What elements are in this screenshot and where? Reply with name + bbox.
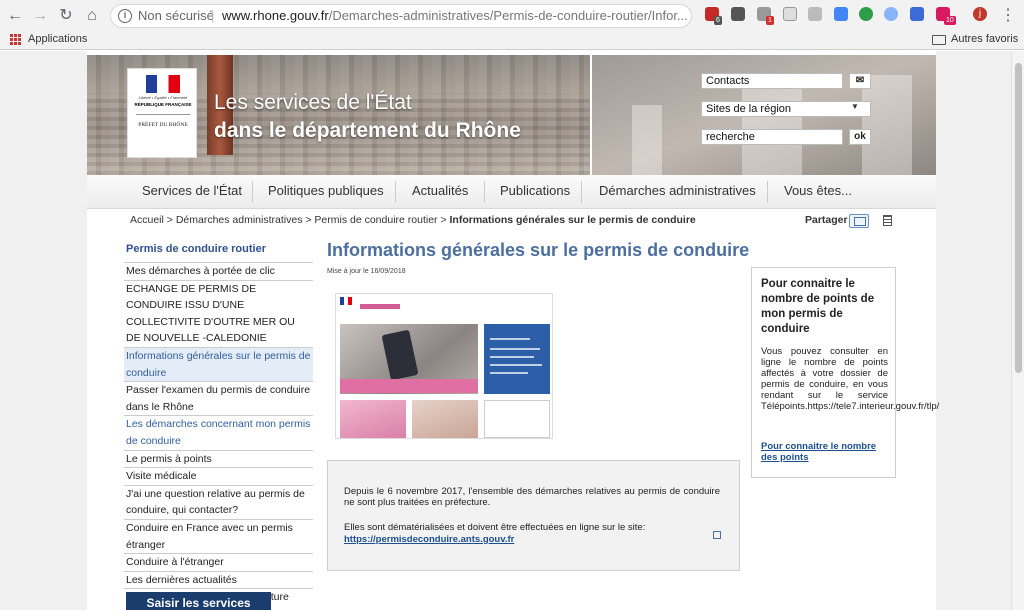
grammarly-icon[interactable] bbox=[859, 7, 873, 21]
sidebar-item[interactable]: Conduire à l'étranger bbox=[124, 553, 313, 571]
reload-icon[interactable]: ↻ bbox=[57, 7, 75, 25]
sidebar-item[interactable]: Passer l'examen du permis de conduire da… bbox=[124, 381, 313, 415]
bookmark-apps[interactable]: Applications bbox=[28, 33, 87, 45]
browser-chrome: ← → ↻ ⌂ i Non sécurisé | www.rhone.gouv.… bbox=[0, 0, 1024, 50]
scrollbar-thumb[interactable] bbox=[1015, 63, 1022, 373]
nav-actualites[interactable]: Actualités bbox=[412, 183, 468, 198]
address-bar[interactable]: i Non sécurisé | www.rhone.gouv.fr/Demar… bbox=[110, 4, 692, 28]
extension-badge: 6 bbox=[714, 16, 722, 25]
extension-icon[interactable] bbox=[884, 7, 898, 21]
points-info-box: Pour connaitre le nombre de points de mo… bbox=[751, 267, 940, 478]
ants-link[interactable]: https://permisdeconduire.ants.gouv.fr bbox=[344, 534, 514, 545]
forward-arrow-icon[interactable]: → bbox=[31, 7, 49, 25]
header-banner: Liberté • Égalité • Fraternité RÉPUBLIQU… bbox=[87, 55, 936, 175]
bookmark-other[interactable]: Autres favoris bbox=[951, 33, 1018, 45]
sidebar-item[interactable]: Les démarches concernant mon permis de c… bbox=[124, 415, 313, 449]
sidebar-item[interactable]: J'ai une question relative au permis de … bbox=[124, 484, 313, 519]
sidebar-item[interactable]: Conduire en France avec un permis étrang… bbox=[124, 518, 313, 553]
main-nav: Services de l'État Politiques publiques … bbox=[87, 175, 936, 209]
prefecture-logo[interactable]: Liberté • Égalité • Fraternité RÉPUBLIQU… bbox=[127, 68, 197, 158]
points-box-text: Vous pouvez consulter en ligne le nombre… bbox=[761, 346, 940, 412]
security-label: Non sécurisé bbox=[138, 8, 214, 23]
search-input[interactable]: recherche bbox=[701, 129, 843, 145]
site-title-line2: dans le département du Rhône bbox=[214, 119, 521, 142]
chevron-down-icon[interactable]: ▼ bbox=[851, 102, 859, 111]
info-icon[interactable]: i bbox=[118, 9, 132, 23]
page-title: Informations générales sur le permis de … bbox=[327, 240, 750, 260]
page-viewport: Liberté • Égalité • Fraternité RÉPUBLIQU… bbox=[0, 51, 1024, 610]
sidebar-title[interactable]: Permis de conduire routier bbox=[126, 243, 266, 255]
marianne-flag-icon bbox=[146, 75, 180, 93]
nav-services[interactable]: Services de l'État bbox=[142, 183, 242, 198]
nav-politiques[interactable]: Politiques publiques bbox=[268, 183, 384, 198]
notice-text-2: Elles sont dématérialisées et doivent êt… bbox=[344, 522, 646, 533]
update-date: Mise à jour le 16/09/2018 bbox=[327, 268, 406, 275]
breadcrumb: Accueil > Démarches administratives > Pe… bbox=[130, 214, 696, 226]
url-host: www.rhone.gouv.fr bbox=[222, 8, 329, 23]
sidebar-item-active[interactable]: Informations générales sur le permis de … bbox=[124, 346, 313, 382]
nav-demarches[interactable]: Démarches administratives bbox=[599, 183, 756, 198]
cloud-icon[interactable] bbox=[808, 7, 822, 21]
mail-icon[interactable]: ✉ bbox=[849, 73, 871, 89]
site-title-line1: Les services de l'État bbox=[214, 91, 412, 114]
menu-dots-icon[interactable]: ⋮ bbox=[999, 7, 1017, 25]
points-link[interactable]: Pour connaitre le nombre des points bbox=[761, 441, 889, 463]
apps-grid-icon[interactable] bbox=[10, 34, 21, 45]
search-ok-button[interactable]: ok bbox=[849, 129, 871, 145]
share-mail-icon[interactable] bbox=[849, 214, 869, 228]
pen-icon[interactable] bbox=[910, 7, 924, 21]
points-box-title: Pour connaitre le nombre de points de mo… bbox=[761, 278, 875, 335]
folder-icon bbox=[932, 35, 946, 45]
url-text: www.rhone.gouv.fr/Demarches-administrati… bbox=[222, 5, 688, 27]
extension-badge: 10 bbox=[944, 16, 956, 25]
document-icon[interactable] bbox=[783, 7, 797, 21]
url-path: /Demarches-administratives/Permis-de-con… bbox=[328, 8, 688, 23]
site-container: Liberté • Égalité • Fraternité RÉPUBLIQU… bbox=[87, 51, 940, 610]
breadcrumb-path[interactable]: Accueil > Démarches administratives > Pe… bbox=[130, 214, 450, 226]
print-icon[interactable] bbox=[883, 215, 892, 226]
pocket-icon[interactable] bbox=[731, 7, 745, 21]
ants-site-screenshot[interactable] bbox=[335, 293, 553, 439]
nav-vous-etes[interactable]: Vous êtes... bbox=[784, 183, 852, 198]
profile-avatar[interactable]: j bbox=[973, 7, 987, 21]
nav-publications[interactable]: Publications bbox=[500, 183, 570, 198]
scrollbar[interactable] bbox=[1011, 51, 1024, 610]
notice-text-1: Depuis le 6 novembre 2017, l'ensemble de… bbox=[344, 486, 720, 508]
home-icon[interactable]: ⌂ bbox=[83, 7, 101, 25]
translate-icon[interactable] bbox=[834, 7, 848, 21]
sidebar-item[interactable]: Visite médicale bbox=[124, 467, 313, 485]
breadcrumb-current: Informations générales sur le permis de … bbox=[449, 214, 696, 226]
extension-badge: 1 bbox=[766, 16, 774, 25]
sidebar-item[interactable]: Mes démarches à portée de clic bbox=[124, 262, 313, 280]
notice-box: Depuis le 6 novembre 2017, l'ensemble de… bbox=[327, 460, 740, 571]
sidebar-item[interactable]: Les dernières actualités bbox=[124, 570, 313, 589]
sites-select[interactable]: Sites de la région bbox=[701, 101, 871, 117]
join-services-button[interactable]: Saisir les services bbox=[126, 592, 271, 610]
contacts-link[interactable]: Contacts bbox=[701, 73, 843, 89]
sidebar-item[interactable]: ECHANGE DE PERMIS DE CONDUIRE ISSU D'UNE… bbox=[124, 279, 313, 347]
sidebar-item[interactable]: Le permis à points bbox=[124, 449, 313, 468]
share-label: Partager bbox=[805, 214, 848, 226]
sidebar-menu: Mes démarches à portée de clic ECHANGE D… bbox=[124, 262, 313, 606]
back-arrow-icon[interactable]: ← bbox=[6, 7, 24, 25]
